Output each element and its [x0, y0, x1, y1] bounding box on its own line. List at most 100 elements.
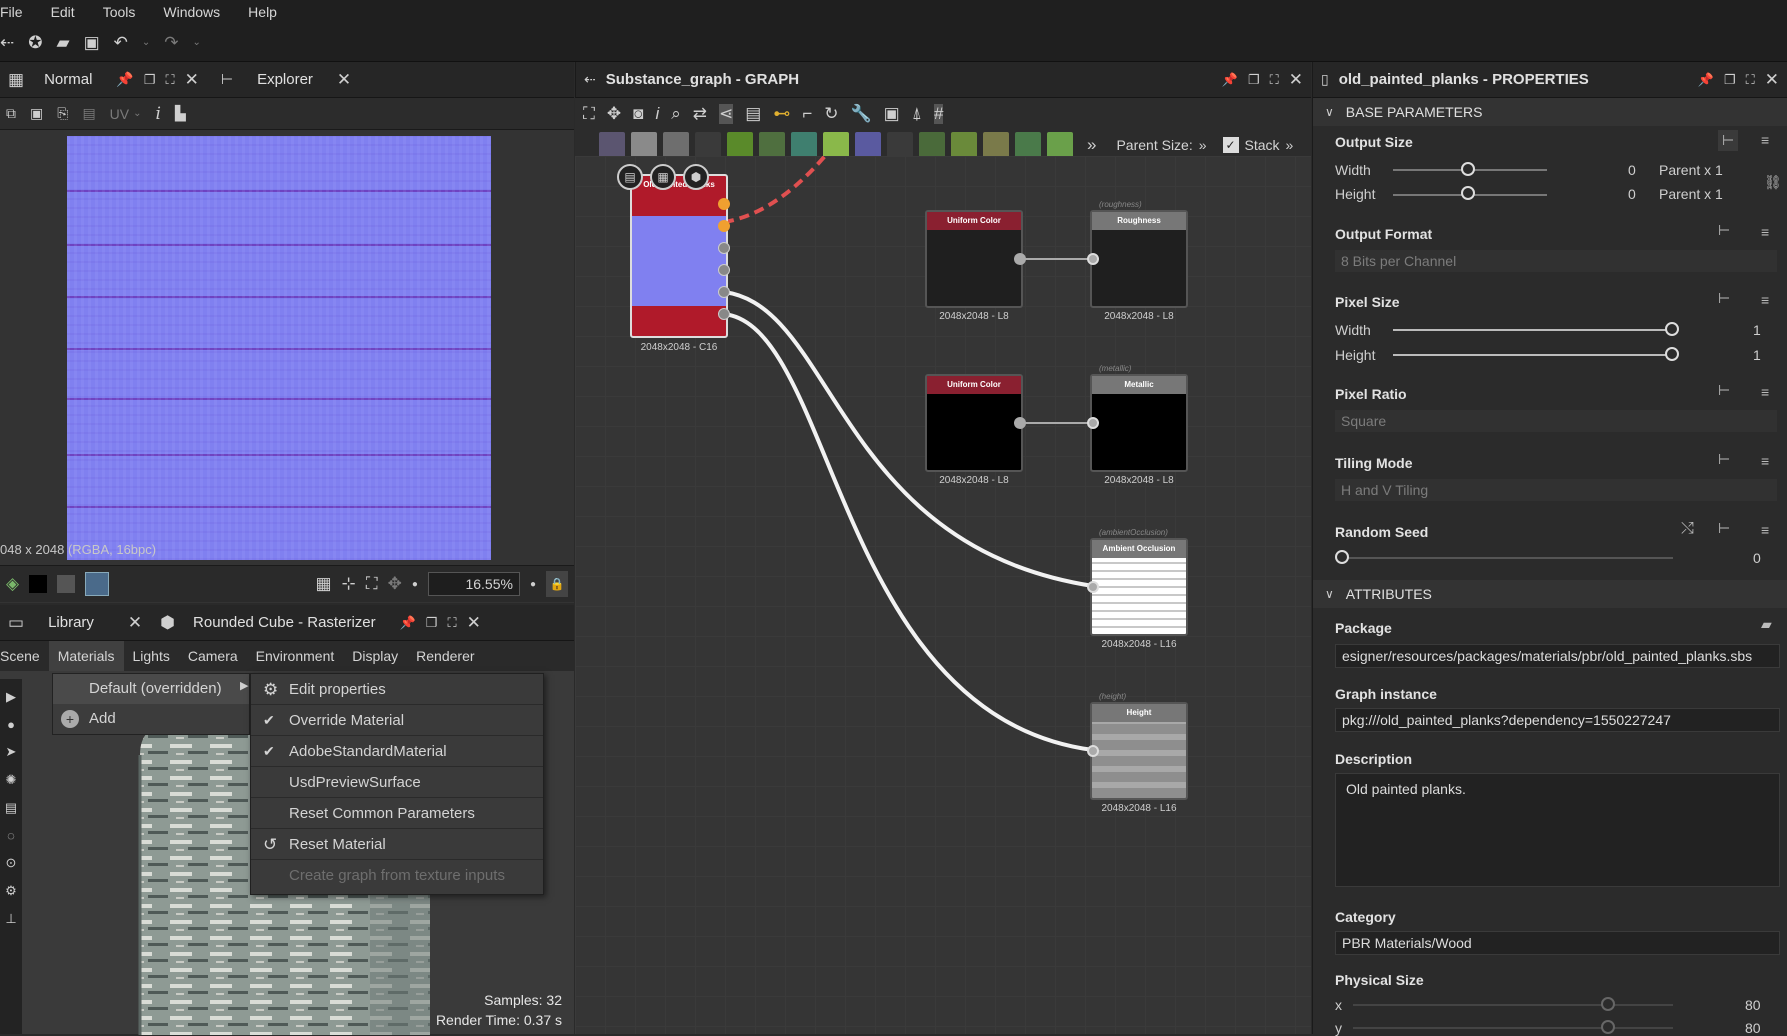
connector-icon[interactable]: ⌐ — [802, 104, 812, 124]
black-swatch[interactable] — [29, 575, 48, 593]
histogram-icon[interactable]: ▙ — [175, 105, 186, 122]
menu-file[interactable]: File — [0, 4, 37, 20]
wrench-icon[interactable]: 🔧 — [851, 104, 872, 124]
node-uniform-color-1[interactable]: Uniform Color — [925, 210, 1023, 308]
bitmap-node-icon[interactable] — [631, 131, 657, 158]
submenu-add[interactable]: + Add — [53, 704, 249, 734]
blend-node-icon[interactable] — [855, 131, 881, 158]
float-icon[interactable]: ❐ — [144, 72, 156, 88]
zoom-in-icon[interactable]: ● — [530, 579, 536, 590]
pixel-height-value[interactable]: 1 — [1753, 347, 1761, 363]
sphere-node-icon[interactable] — [1015, 131, 1041, 158]
pixel-ratio-menu-icon[interactable]: ≡ — [1761, 384, 1769, 400]
node-thumb-icon-3[interactable]: ⬢ — [683, 164, 709, 190]
menu-edit[interactable]: Edit — [37, 4, 89, 20]
random-seed-knob[interactable] — [1335, 550, 1349, 564]
random-seed-value[interactable]: 0 — [1753, 550, 1761, 566]
clapper-tool-icon[interactable]: ▤ — [5, 800, 17, 816]
maximize-graph-icon[interactable]: ⛶ — [1270, 72, 1279, 88]
port-out-5[interactable] — [718, 286, 730, 298]
redo-icon[interactable]: ↷ — [164, 33, 178, 53]
port-out-1[interactable] — [718, 198, 730, 210]
curve-node-icon[interactable] — [727, 131, 753, 158]
random-seed-menu-icon[interactable]: ≡ — [1761, 522, 1769, 538]
port-uc1-out[interactable] — [1014, 253, 1026, 265]
grid-snap-icon[interactable]: # — [933, 104, 944, 124]
package-field[interactable]: esigner/resources/packages/materials/pbr… — [1335, 644, 1780, 668]
gray-swatch[interactable] — [57, 575, 76, 593]
menu-windows[interactable]: Windows — [149, 4, 234, 20]
undo-dropdown-icon[interactable]: ⌄ — [142, 37, 150, 48]
value-node-icon[interactable] — [983, 131, 1009, 158]
section-attributes[interactable]: ∨ ATTRIBUTES — [1313, 580, 1787, 608]
stack-more-icon[interactable]: » — [1286, 137, 1294, 153]
physical-x-knob[interactable] — [1601, 997, 1615, 1011]
tiling-inherit-icon[interactable]: ⊢ — [1718, 451, 1730, 468]
stack-checkbox[interactable]: ✓ — [1222, 136, 1239, 153]
more-nodes-icon[interactable]: » — [1087, 135, 1096, 155]
pin-icon[interactable]: 📌 — [116, 71, 133, 88]
sun-tool-icon[interactable]: ✺ — [6, 772, 17, 788]
transform-node-icon[interactable] — [791, 131, 817, 158]
histogram-node-icon[interactable] — [1047, 131, 1073, 158]
uv-chevron-icon[interactable]: ⌄ — [133, 108, 141, 119]
zoom-field[interactable]: 16.55% — [427, 572, 520, 596]
output-size-inherit-icon[interactable]: ⊢ — [1718, 130, 1739, 151]
menu-scene[interactable]: Scene — [0, 641, 49, 671]
pixel-size-menu-icon[interactable]: ≡ — [1761, 292, 1769, 308]
node-thumb-icon-1[interactable]: ▤ — [617, 164, 643, 190]
export-node-icon[interactable] — [919, 131, 945, 158]
node-height[interactable]: Height — [1090, 702, 1188, 800]
output-format-dropdown[interactable]: 8 Bits per Channel — [1335, 250, 1777, 272]
spot-tool-icon[interactable]: ⊙ — [6, 855, 17, 871]
shuffle-node-icon[interactable] — [695, 131, 721, 158]
port-out-3[interactable] — [718, 242, 730, 254]
redo-dropdown-icon[interactable]: ⌄ — [193, 37, 201, 48]
frame-toggle-icon[interactable]: ▤ — [745, 104, 761, 124]
port-out-6[interactable] — [718, 308, 730, 320]
maximize-3d-icon[interactable]: ⛶ — [447, 615, 456, 631]
port-height-in[interactable] — [1087, 745, 1099, 757]
tab-3d-view[interactable]: Rounded Cube - Rasterizer — [193, 614, 376, 631]
close-explorer-icon[interactable]: ✕ — [337, 70, 351, 90]
parent-size-label[interactable]: Parent Size: — [1116, 137, 1192, 153]
save-icon[interactable]: ▣ — [84, 33, 100, 53]
tab-library[interactable]: Library — [48, 614, 94, 631]
output-width-mode[interactable]: Parent x 1 — [1659, 162, 1723, 178]
link-icon[interactable]: ⊷ — [773, 104, 790, 124]
port-metal-in[interactable] — [1087, 417, 1099, 429]
ctx-edit-properties[interactable]: ⚙ Edit properties — [251, 674, 543, 705]
output-size-menu-icon[interactable]: ≡ — [1761, 132, 1769, 148]
tab-explorer[interactable]: Explorer — [257, 71, 313, 88]
physical-y-slider[interactable] — [1353, 1027, 1673, 1029]
tiling-mode-dropdown[interactable]: H and V Tiling — [1335, 479, 1777, 501]
graph-title[interactable]: Substance_graph - GRAPH — [606, 71, 799, 88]
link-ratio-icon[interactable]: ⛓ — [1764, 174, 1782, 191]
gradient-node-icon[interactable] — [823, 131, 849, 158]
graph-canvas[interactable]: Old painted planks ▤ ▦ ⬢ 2048x2048 - C16… — [575, 156, 1311, 1034]
open-folder-icon[interactable]: ▰ — [57, 33, 70, 53]
output-format-inherit-icon[interactable]: ⊢ — [1718, 222, 1730, 239]
ctx-usd-preview-surface[interactable]: UsdPreviewSurface — [251, 767, 543, 798]
light-tool-icon[interactable]: ● — [7, 717, 15, 732]
color-mode-icon[interactable] — [85, 572, 110, 596]
folder-icon[interactable]: ▰ — [1761, 616, 1772, 633]
graph-instance-field[interactable]: pkg:///old_painted_planks?dependency=155… — [1335, 708, 1780, 732]
node-uniform-color-2[interactable]: Uniform Color — [925, 374, 1023, 472]
crop-icon[interactable]: ⊹ — [342, 574, 356, 594]
node-roughness[interactable]: Roughness — [1090, 210, 1188, 308]
zoom-out-icon[interactable]: ● — [412, 579, 418, 590]
parent-size-more-icon[interactable]: » — [1199, 137, 1207, 153]
screenshot-icon[interactable]: ◙ — [633, 104, 643, 124]
tab-normal[interactable]: Normal — [44, 71, 92, 88]
menu-materials[interactable]: Materials — [48, 641, 124, 671]
menu-lights[interactable]: Lights — [124, 641, 179, 671]
randomize-icon[interactable]: ⤭ — [1681, 520, 1694, 538]
port-rough-in[interactable] — [1087, 253, 1099, 265]
close-3d-icon[interactable]: ✕ — [467, 613, 481, 633]
category-field[interactable]: PBR Materials/Wood — [1335, 931, 1780, 955]
graph-info-icon[interactable]: i — [655, 104, 659, 124]
physical-x-slider[interactable] — [1353, 1004, 1673, 1006]
random-seed-inherit-icon[interactable]: ⊢ — [1718, 520, 1730, 537]
submenu-default-overridden[interactable]: Default (overridden) — [53, 674, 249, 704]
